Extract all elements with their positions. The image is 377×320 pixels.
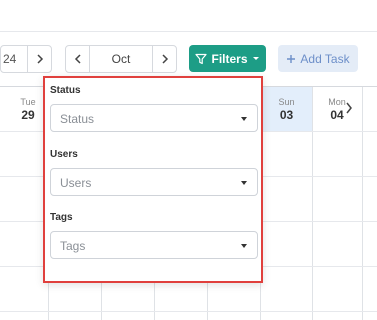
caret-down-icon <box>241 117 247 121</box>
plus-icon <box>287 54 296 63</box>
filters-dropdown: Status Status Users Users Tags Tags <box>43 76 263 283</box>
status-label: Status <box>50 85 81 96</box>
tags-label: Tags <box>50 212 73 223</box>
month-navigator: Oct <box>65 45 177 73</box>
users-select[interactable]: Users <box>50 168 258 196</box>
day-name: Tue <box>20 97 36 107</box>
month-value: Oct <box>111 52 131 66</box>
grid-line <box>362 87 363 320</box>
top-bar <box>0 0 377 32</box>
add-task-label: Add Task <box>300 51 350 66</box>
filter-icon <box>195 53 208 64</box>
calendar-next-button[interactable] <box>342 99 356 117</box>
tags-placeholder: Tags <box>60 239 86 253</box>
grid-line <box>312 87 313 320</box>
day-number: 03 <box>279 108 294 122</box>
filters-button[interactable]: Filters <box>189 45 266 72</box>
grid-line <box>0 311 377 312</box>
filters-label: Filters <box>211 51 248 66</box>
day-name: Sun <box>278 97 295 107</box>
users-placeholder: Users <box>60 176 92 190</box>
caret-down-icon <box>241 181 247 185</box>
year-value: 24 <box>3 52 17 66</box>
caret-down-icon <box>241 244 247 248</box>
day-number: 29 <box>21 108 35 122</box>
day-header-tue: Tue 29 <box>0 87 48 131</box>
chevron-right-icon <box>346 102 352 114</box>
add-task-button[interactable]: Add Task <box>278 45 358 72</box>
users-label: Users <box>50 149 78 160</box>
year-navigator: 24 <box>0 45 52 73</box>
status-select[interactable]: Status <box>50 104 258 132</box>
status-placeholder: Status <box>60 112 95 126</box>
chevron-right-icon <box>36 54 43 64</box>
day-header-sun: Sun 03 <box>261 87 312 131</box>
caret-down-icon <box>252 57 259 60</box>
month-prev-button[interactable] <box>66 46 90 72</box>
chevron-right-icon <box>161 54 168 64</box>
year-next-button[interactable] <box>27 46 51 72</box>
chevron-left-icon <box>74 54 81 64</box>
tags-select[interactable]: Tags <box>50 231 258 259</box>
month-next-button[interactable] <box>152 46 176 72</box>
